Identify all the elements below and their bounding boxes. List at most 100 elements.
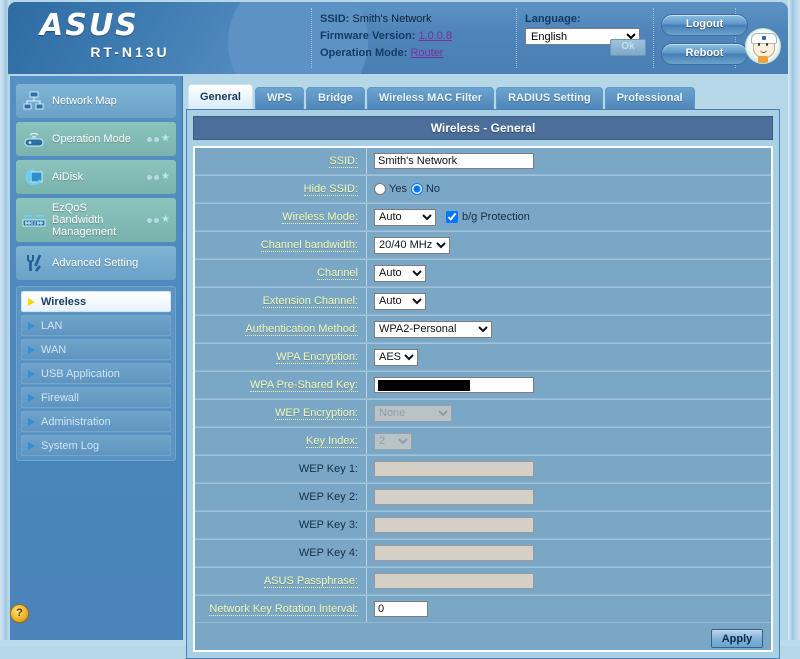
row-asus-passphrase: ASUS Passphrase: bbox=[195, 567, 771, 595]
tab-radius-setting[interactable]: RADIUS Setting bbox=[496, 87, 603, 109]
network-key-rotation-label: Network Key Rotation Interval: bbox=[209, 602, 358, 616]
wep-key-3-input[interactable] bbox=[374, 517, 534, 533]
sidebar-item-advanced-setting[interactable]: Advanced Setting bbox=[16, 246, 176, 280]
wep-encryption-label: WEP Encryption: bbox=[275, 406, 358, 420]
tab-bar: General WPS Bridge Wireless MAC Filter R… bbox=[186, 84, 780, 109]
main-content: General WPS Bridge Wireless MAC Filter R… bbox=[186, 84, 780, 659]
router-admin-page: ASUS RT-N13U SSID: Smith's Network Firmw… bbox=[0, 0, 800, 659]
sidebar-subitem-label: Firewall bbox=[41, 391, 79, 404]
bg-protection-group: b/g Protection bbox=[446, 211, 530, 223]
wep-key-4-label: WEP Key 4: bbox=[298, 547, 358, 559]
header-opmode-label: Operation Mode: bbox=[320, 47, 408, 59]
sidebar-badge-aidisk: ★ bbox=[147, 171, 170, 182]
network-map-icon bbox=[16, 84, 52, 118]
sidebar-submenu: Wireless LAN WAN USB Application Firewal… bbox=[16, 286, 176, 461]
tab-bridge[interactable]: Bridge bbox=[306, 87, 365, 109]
sidebar-item-firewall[interactable]: Firewall bbox=[21, 387, 171, 408]
header-firmware-row: Firmware Version: 1.0.0.8 bbox=[320, 28, 510, 45]
sidebar-item-administration[interactable]: Administration bbox=[21, 411, 171, 432]
wireless-general-form: SSID: Hide SSID: Yes bbox=[195, 148, 771, 650]
window-right-border bbox=[788, 0, 800, 646]
channel-label: Channel bbox=[317, 266, 358, 280]
router-status-info: SSID: Smith's Network Firmware Version: … bbox=[320, 11, 510, 62]
tab-wireless-mac-filter[interactable]: Wireless MAC Filter bbox=[366, 87, 495, 109]
sidebar-badge-ezqos: ★ bbox=[147, 215, 170, 225]
wep-key-1-input[interactable] bbox=[374, 461, 534, 477]
sidebar-item-aidisk[interactable]: AiDisk ★ bbox=[16, 160, 176, 194]
ssid-label: SSID: bbox=[329, 154, 358, 168]
reboot-button[interactable]: Reboot bbox=[661, 43, 748, 65]
sidebar-item-wan[interactable]: WAN bbox=[21, 339, 171, 360]
sidebar-item-label: Operation Mode bbox=[52, 133, 131, 145]
sidebar-item-system-log[interactable]: System Log bbox=[21, 435, 171, 456]
wep-encryption-select[interactable]: None bbox=[374, 404, 452, 422]
tab-professional[interactable]: Professional bbox=[604, 87, 695, 109]
extension-channel-label: Extension Channel: bbox=[262, 294, 358, 308]
channel-select[interactable]: Auto bbox=[374, 264, 426, 282]
row-channel-bandwidth: Channel bandwidth: 20/40 MHz bbox=[195, 231, 771, 259]
wireless-mode-select[interactable]: Auto bbox=[374, 208, 436, 226]
row-wep-key-2: WEP Key 2: bbox=[195, 483, 771, 511]
header-divider-3 bbox=[653, 8, 655, 68]
key-index-select[interactable]: 2 bbox=[374, 432, 412, 450]
ssid-input[interactable] bbox=[374, 153, 534, 169]
header-ssid-value: Smith's Network bbox=[352, 13, 432, 25]
chevron-right-icon bbox=[28, 345, 35, 354]
bg-protection-checkbox[interactable] bbox=[446, 211, 458, 223]
hide-ssid-no-radio[interactable] bbox=[410, 183, 423, 195]
tab-general[interactable]: General bbox=[188, 84, 253, 109]
row-wpa-encryption: WPA Encryption: AES bbox=[195, 343, 771, 371]
row-wpa-pre-shared-key: WPA Pre-Shared Key: bbox=[195, 371, 771, 399]
hide-ssid-radio-group: Yes No bbox=[374, 183, 440, 195]
row-wep-key-3: WEP Key 3: bbox=[195, 511, 771, 539]
sidebar-item-wireless[interactable]: Wireless bbox=[21, 291, 171, 312]
chevron-right-icon bbox=[28, 441, 35, 450]
extension-channel-select[interactable]: Auto bbox=[374, 292, 426, 310]
sidebar-item-label: Advanced Setting bbox=[52, 257, 139, 269]
sidebar-item-lan[interactable]: LAN bbox=[21, 315, 171, 336]
aidisk-icon bbox=[16, 160, 52, 194]
asus-passphrase-input[interactable] bbox=[374, 573, 534, 589]
hide-ssid-no-option[interactable]: No bbox=[410, 183, 440, 195]
sidebar-subitem-label: Administration bbox=[41, 415, 111, 428]
row-wep-key-1: WEP Key 1: bbox=[195, 455, 771, 483]
sidebar-subitem-label: USB Application bbox=[41, 367, 120, 380]
sidebar: Network Map Operation Mode ★ AiDisk ★ Ez… bbox=[10, 76, 183, 640]
header-ssid-row: SSID: Smith's Network bbox=[320, 11, 510, 28]
language-ok-button[interactable]: Ok bbox=[610, 39, 646, 56]
settings-panel: Wireless - General SSID: Hide SSID: bbox=[186, 109, 780, 659]
header-divider-2 bbox=[516, 8, 518, 68]
channel-bandwidth-select[interactable]: 20/40 MHz bbox=[374, 236, 450, 254]
sidebar-item-network-map[interactable]: Network Map bbox=[16, 84, 176, 118]
star-icon: ★ bbox=[161, 133, 170, 144]
tab-wps[interactable]: WPS bbox=[254, 87, 305, 109]
row-hide-ssid: Hide SSID: Yes No bbox=[195, 175, 771, 203]
sidebar-item-usb-application[interactable]: USB Application bbox=[21, 363, 171, 384]
authentication-method-select[interactable]: WPA2-Personal bbox=[374, 320, 492, 338]
sidebar-item-operation-mode[interactable]: Operation Mode ★ bbox=[16, 122, 176, 156]
hide-ssid-yes-option[interactable]: Yes bbox=[374, 183, 407, 195]
logout-button[interactable]: Logout bbox=[661, 14, 748, 36]
row-extension-channel: Extension Channel: Auto bbox=[195, 287, 771, 315]
form-container: SSID: Hide SSID: Yes bbox=[193, 146, 773, 652]
redaction-overlay bbox=[378, 380, 470, 391]
apply-button[interactable]: Apply bbox=[711, 629, 763, 648]
chevron-right-icon bbox=[28, 417, 35, 426]
operation-mode-icon bbox=[16, 122, 52, 156]
asus-logo: ASUS RT-N13U bbox=[40, 8, 220, 61]
help-question-icon[interactable]: ? bbox=[10, 604, 29, 623]
header-firmware-label: Firmware Version: bbox=[320, 30, 416, 42]
wep-key-4-input[interactable] bbox=[374, 545, 534, 561]
operation-mode-link[interactable]: Router bbox=[410, 47, 443, 59]
sidebar-item-ezqos[interactable]: EzQoS Bandwidth Management ★ bbox=[16, 198, 176, 242]
star-icon: ★ bbox=[161, 171, 170, 182]
hide-ssid-yes-radio[interactable] bbox=[374, 183, 386, 195]
wep-key-2-input[interactable] bbox=[374, 489, 534, 505]
row-wireless-mode: Wireless Mode: Auto b/g Protection bbox=[195, 203, 771, 231]
wep-key-3-label: WEP Key 3: bbox=[298, 519, 358, 531]
sidebar-item-label: Network Map bbox=[52, 95, 117, 107]
brand-name: ASUS bbox=[40, 8, 139, 43]
network-key-rotation-input[interactable] bbox=[374, 601, 428, 617]
wpa-encryption-select[interactable]: AES bbox=[374, 348, 418, 366]
firmware-version-link[interactable]: 1.0.0.8 bbox=[418, 30, 452, 42]
